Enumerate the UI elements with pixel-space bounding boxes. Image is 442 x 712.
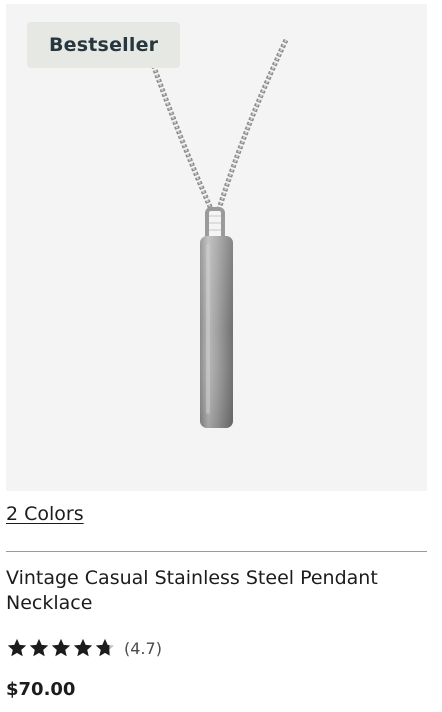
rating-value: (4.7) — [124, 638, 162, 658]
bestseller-badge: Bestseller — [27, 22, 181, 68]
star-icon — [95, 638, 115, 657]
star-icon — [73, 638, 93, 657]
product-price: $70.00 — [6, 679, 76, 700]
rating-stars — [6, 637, 116, 659]
divider — [6, 551, 427, 552]
product-card: Bestseller 2 Colors Vintage Casual Stain… — [0, 0, 442, 712]
star-icon — [7, 638, 27, 657]
star-icon — [29, 638, 49, 657]
product-rating[interactable]: (4.7) — [6, 636, 162, 660]
star-icon — [51, 638, 71, 657]
colors-link[interactable]: 2 Colors — [6, 503, 84, 525]
product-image[interactable]: Bestseller — [6, 4, 427, 491]
product-name[interactable]: Vintage Casual Stainless Steel Pendant N… — [6, 566, 426, 616]
pendant-necklace-image — [147, 38, 289, 428]
